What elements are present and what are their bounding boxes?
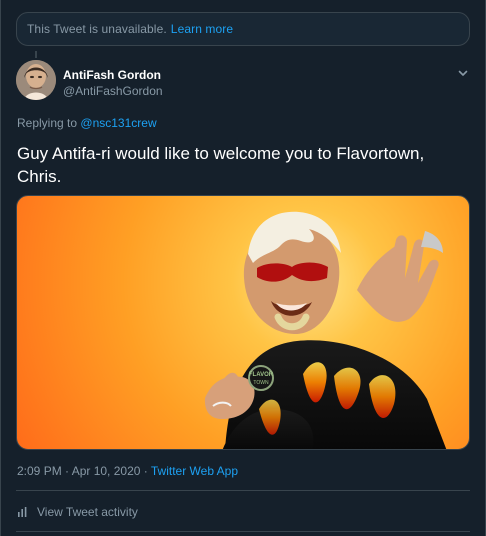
activity-icon	[17, 506, 29, 518]
view-tweet-activity-label: View Tweet activity	[37, 505, 138, 519]
replying-prefix: Replying to	[17, 116, 78, 130]
unavailable-tweet-notice: This Tweet is unavailable. Learn more	[16, 12, 470, 46]
avatar-image	[16, 60, 56, 100]
unavailable-text: This Tweet is unavailable.	[27, 22, 167, 36]
tweet-media[interactable]: FLAVOR TOWN	[16, 195, 470, 450]
author-handle[interactable]: @AntiFashGordon	[63, 84, 163, 98]
left-border	[0, 0, 1, 536]
tweet-text: Guy Antifa-ri would like to welcome you …	[17, 144, 425, 186]
more-options-button[interactable]	[454, 64, 472, 82]
svg-text:FLAVOR: FLAVOR	[249, 372, 274, 378]
replying-to: Replying to @nsc131crew	[17, 116, 157, 130]
media-image: FLAVOR TOWN	[204, 211, 447, 449]
replying-handle-link[interactable]: @nsc131crew	[80, 116, 156, 130]
svg-text:TOWN: TOWN	[253, 380, 269, 386]
avatar[interactable]	[16, 60, 56, 100]
divider	[16, 531, 470, 532]
timestamp[interactable]: 2:09 PM · Apr 10, 2020 ·	[17, 464, 151, 478]
tweet-meta: 2:09 PM · Apr 10, 2020 · Twitter Web App	[17, 464, 238, 478]
author-name[interactable]: AntiFash Gordon	[63, 68, 161, 82]
view-tweet-activity-button[interactable]: View Tweet activity	[17, 503, 138, 521]
learn-more-link[interactable]: Learn more	[171, 22, 233, 36]
divider	[16, 490, 470, 491]
source-app-link[interactable]: Twitter Web App	[151, 464, 238, 478]
thread-line	[35, 51, 37, 58]
chevron-down-icon	[458, 70, 468, 76]
